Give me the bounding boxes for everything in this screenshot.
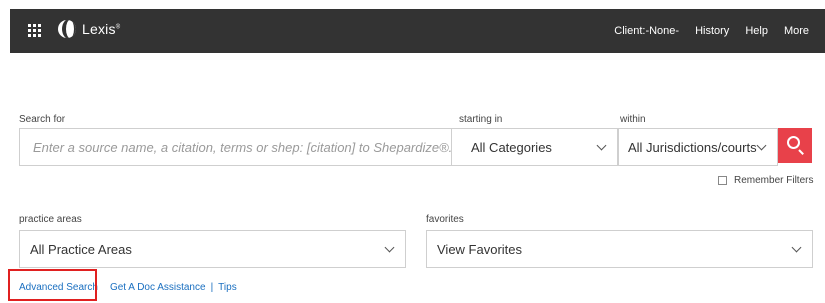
favorites-select[interactable]: View Favorites — [426, 230, 813, 268]
tips-link[interactable]: Tips — [218, 282, 237, 293]
brand-name: Lexis® — [82, 21, 121, 37]
chevron-down-icon — [596, 140, 607, 151]
starting-in-label: starting in — [459, 114, 503, 125]
search-input[interactable]: Enter a source name, a citation, terms o… — [19, 128, 453, 166]
favorites-value: View Favorites — [437, 242, 523, 257]
within-select[interactable]: All Jurisdictions/courts — [618, 128, 778, 166]
app-grid-icon[interactable] — [28, 24, 41, 37]
top-nav-bar: Lexis® Client:-None- History Help More — [10, 9, 825, 53]
within-label: within — [620, 114, 646, 125]
practice-areas-value: All Practice Areas — [30, 242, 132, 257]
chevron-down-icon — [384, 242, 395, 253]
link-separator: | — [210, 282, 214, 293]
remember-filters[interactable]: Remember Filters — [718, 175, 813, 186]
search-button[interactable] — [778, 128, 812, 163]
chevron-down-icon — [791, 242, 802, 253]
remember-filters-label: Remember Filters — [734, 175, 814, 186]
highlight-box — [8, 269, 97, 301]
practice-areas-select[interactable]: All Practice Areas — [19, 230, 406, 268]
lexis-logo[interactable]: Lexis® — [58, 20, 120, 38]
lexis-logo-icon — [58, 20, 76, 38]
favorites-label: favorites — [426, 214, 464, 225]
practice-areas-label: practice areas — [19, 214, 82, 225]
within-value: All Jurisdictions/courts — [628, 140, 757, 155]
nav-client[interactable]: Client:-None- — [614, 25, 679, 37]
search-icon — [787, 136, 800, 149]
starting-in-value: All Categories — [471, 140, 552, 155]
top-nav-links: Client:-None- History Help More — [614, 9, 825, 53]
get-a-doc-link[interactable]: Get A Doc Assistance — [110, 282, 206, 293]
nav-history[interactable]: History — [695, 25, 729, 37]
remember-filters-checkbox[interactable] — [718, 176, 727, 185]
search-placeholder: Enter a source name, a citation, terms o… — [33, 140, 453, 155]
nav-more[interactable]: More — [784, 25, 809, 37]
chevron-down-icon — [756, 140, 767, 151]
search-for-label: Search for — [19, 114, 66, 125]
starting-in-select[interactable]: All Categories — [451, 128, 618, 166]
nav-help[interactable]: Help — [745, 25, 768, 37]
